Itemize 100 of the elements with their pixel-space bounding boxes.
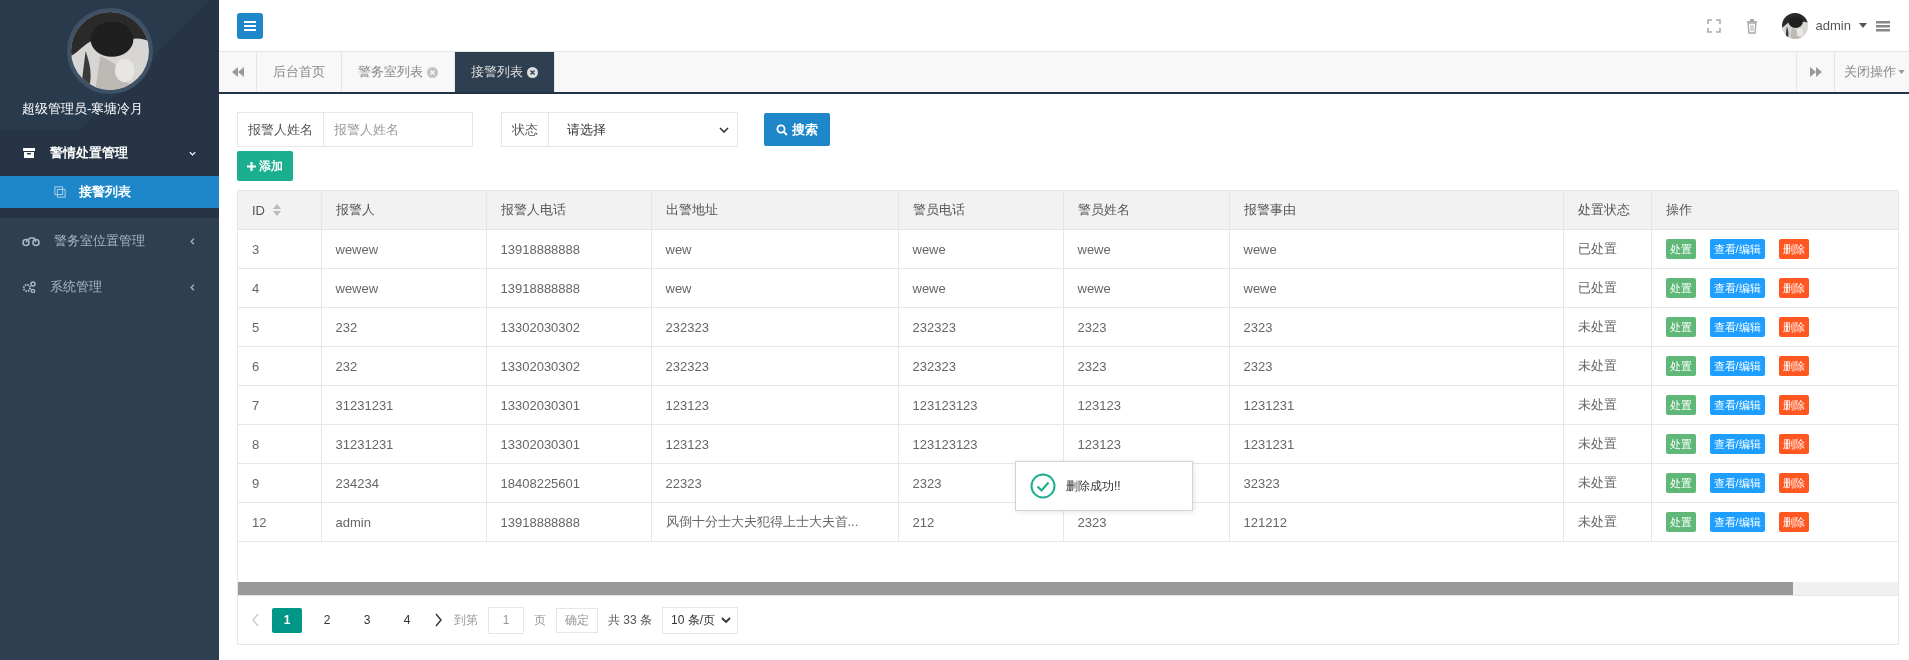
column-header: 操作 [1651, 191, 1898, 230]
table-cell: 8 [238, 424, 321, 464]
table-cell: 3 [238, 229, 321, 269]
table-cell: 未处置 [1563, 346, 1651, 386]
table-cell: 未处置 [1563, 307, 1651, 347]
table-cell: 4 [238, 268, 321, 308]
delete-button[interactable]: 删除 [1778, 239, 1809, 259]
table-cell: 1231231 [1229, 385, 1563, 425]
menu-group[interactable]: 系统管理 [0, 264, 219, 310]
table-cell: 12 [238, 502, 321, 542]
edit-button[interactable]: 查看/编辑 [1709, 434, 1765, 454]
motorcycle-icon [22, 235, 40, 247]
edit-button[interactable]: 查看/编辑 [1709, 512, 1765, 532]
page-button[interactable]: 1 [272, 607, 302, 633]
table-cell: 1231231 [1229, 424, 1563, 464]
process-button[interactable]: 处置 [1665, 473, 1696, 493]
double-left-icon [231, 67, 244, 77]
delete-button[interactable]: 删除 [1778, 512, 1809, 532]
delete-button[interactable]: 删除 [1778, 434, 1809, 454]
page-unit-label: 页 [534, 611, 546, 629]
table-cell: 123123 [1063, 385, 1229, 425]
scrollbar[interactable] [238, 582, 1898, 595]
fullscreen-icon[interactable] [1705, 17, 1722, 34]
edit-button[interactable]: 查看/编辑 [1709, 317, 1765, 337]
tab[interactable]: 后台首页 [257, 52, 342, 92]
menu-button[interactable] [237, 12, 263, 39]
toast: 删除成功!! [1015, 461, 1193, 511]
table-cell: wewe [898, 229, 1063, 269]
column-header[interactable]: ID [238, 191, 321, 230]
process-button[interactable]: 处置 [1665, 278, 1696, 298]
process-button[interactable]: 处置 [1665, 239, 1696, 259]
tab[interactable]: 接警列表 [455, 52, 555, 92]
chevron-left-icon [188, 282, 197, 292]
caret-icon [1898, 70, 1905, 74]
column-header: 警员姓名 [1063, 191, 1229, 230]
table-cell: wewe [898, 268, 1063, 308]
box-icon [22, 147, 36, 159]
page-input-field[interactable]: 1 [488, 606, 524, 634]
name-input-field[interactable]: 报警人姓名 [324, 112, 473, 147]
goto-label: 到第 [454, 611, 478, 629]
double-right-icon [1809, 67, 1822, 77]
field-label: 状态 [501, 112, 549, 147]
user-menu[interactable]: admin [1781, 12, 1867, 39]
search-icon [776, 123, 788, 136]
edit-button[interactable]: 查看/编辑 [1709, 239, 1765, 259]
table-cell: 123123 [651, 424, 898, 464]
table-cell: 未处置 [1563, 424, 1651, 464]
table-cell: 13918888888 [486, 229, 651, 269]
table-cell: 13302030302 [486, 307, 651, 347]
table-cell: 232323 [651, 307, 898, 347]
table-cell: 5 [238, 307, 321, 347]
delete-button[interactable]: 删除 [1778, 356, 1809, 376]
table-cell: wewew [321, 229, 486, 269]
menu-icon [244, 20, 256, 31]
process-button[interactable]: 处置 [1665, 356, 1696, 376]
table-cell: 232 [321, 346, 486, 386]
table-cell: 6 [238, 346, 321, 386]
edit-button[interactable]: 查看/编辑 [1709, 473, 1765, 493]
table-cell: 13302030301 [486, 424, 651, 464]
table-cell: 31231231 [321, 385, 486, 425]
column-header: 报警人电话 [486, 191, 651, 230]
edit-button[interactable]: 查看/编辑 [1709, 356, 1765, 376]
table-cell: 2323 [1063, 307, 1229, 347]
table-cell: 已处置 [1563, 268, 1651, 308]
table-cell: 2323 [1063, 346, 1229, 386]
table-cell: 未处置 [1563, 385, 1651, 425]
process-button[interactable]: 处置 [1665, 512, 1696, 532]
gears-icon [22, 281, 36, 293]
delete-button[interactable]: 删除 [1778, 395, 1809, 415]
process-button[interactable]: 处置 [1665, 434, 1696, 454]
check-icon [1030, 473, 1056, 499]
edit-button[interactable]: 查看/编辑 [1709, 395, 1765, 415]
page-size-select[interactable]: 10 条/页 [662, 606, 739, 634]
menu-group[interactable]: 警务室位置管理 [0, 218, 219, 264]
chevron-down-icon [721, 617, 732, 623]
table-cell: 232323 [898, 346, 1063, 386]
status-select[interactable]: 请选择 [549, 112, 738, 147]
menu-item[interactable]: 接警列表 [0, 176, 219, 208]
table-cell: 9 [238, 463, 321, 503]
process-button[interactable]: 处置 [1665, 395, 1696, 415]
table-cell: 13302030302 [486, 346, 651, 386]
table-cell: admin [321, 502, 486, 542]
search-button[interactable]: 搜索 [764, 113, 830, 146]
chevron-down-icon [719, 126, 729, 133]
add-button[interactable]: 添加 [237, 151, 293, 181]
delete-button[interactable]: 删除 [1778, 317, 1809, 337]
table-cell: 22323 [651, 463, 898, 503]
table-cell: 未处置 [1563, 502, 1651, 542]
delete-button[interactable]: 删除 [1778, 473, 1809, 493]
menu-group[interactable]: 警情处置管理 [0, 130, 219, 176]
table-cell: wewe [1229, 229, 1563, 269]
sort-icon[interactable] [273, 204, 281, 216]
edit-button[interactable]: 查看/编辑 [1709, 278, 1765, 298]
total-count: 共 33 条 [608, 611, 652, 629]
close-icon[interactable] [527, 66, 538, 78]
table-cell: 123123 [651, 385, 898, 425]
process-button[interactable]: 处置 [1665, 317, 1696, 337]
delete-button[interactable]: 删除 [1778, 278, 1809, 298]
confirm-button[interactable]: 确定 [556, 607, 598, 633]
next-page-icon[interactable] [432, 613, 444, 627]
